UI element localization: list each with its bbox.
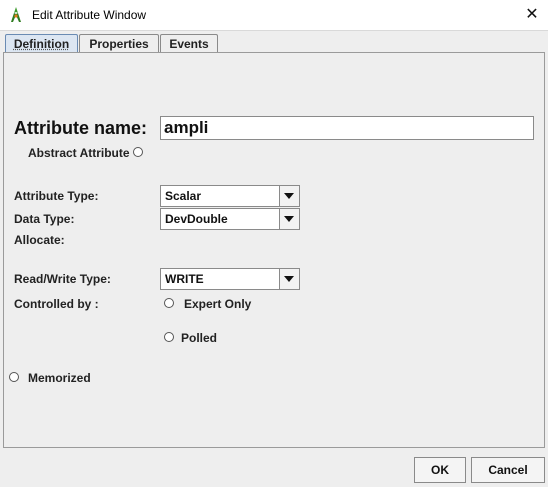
abstract-attribute-label: Abstract Attribute <box>28 146 130 160</box>
abstract-attribute-radio[interactable] <box>133 147 143 157</box>
window-title: Edit Attribute Window <box>32 8 147 22</box>
read-write-type-label: Read/Write Type: <box>14 272 111 286</box>
data-type-label: Data Type: <box>14 212 75 226</box>
ok-button[interactable]: OK <box>414 457 466 483</box>
expert-only-label: Expert Only <box>184 297 252 311</box>
definition-panel <box>3 52 545 448</box>
app-icon <box>11 7 21 22</box>
polled-label: Polled <box>181 331 218 345</box>
cancel-button[interactable]: Cancel <box>471 457 545 483</box>
read-write-type-select[interactable]: WRITE <box>160 268 300 290</box>
expert-only-radio[interactable] <box>164 298 174 308</box>
tab-events[interactable]: Events <box>160 34 218 52</box>
tab-definition[interactable]: Definition <box>5 34 78 53</box>
tab-events-label: Events <box>169 37 209 51</box>
allocate-label: Allocate: <box>14 233 65 247</box>
controlled-by-label: Controlled by : <box>14 297 99 311</box>
data-type-select[interactable]: DevDouble <box>160 208 300 230</box>
tab-properties[interactable]: Properties <box>79 34 159 52</box>
attribute-type-label: Attribute Type: <box>14 189 99 203</box>
attribute-name-label: Attribute name: <box>14 118 148 138</box>
memorized-radio[interactable] <box>9 372 19 382</box>
window-titlebar: Edit Attribute Window ✕ <box>0 0 548 31</box>
attribute-name-input[interactable]: ampli <box>160 116 534 140</box>
tab-properties-label: Properties <box>89 37 149 51</box>
memorized-label: Memorized <box>28 371 91 385</box>
read-write-type-value: WRITE <box>165 272 204 286</box>
chevron-down-icon[interactable] <box>279 269 299 289</box>
chevron-down-icon[interactable] <box>279 209 299 229</box>
close-icon[interactable]: ✕ <box>516 0 548 30</box>
attribute-type-select[interactable]: Scalar <box>160 185 300 207</box>
data-type-value: DevDouble <box>165 212 228 226</box>
polled-radio[interactable] <box>164 332 174 342</box>
tab-definition-label: Definition <box>13 37 70 51</box>
attribute-type-value: Scalar <box>165 189 202 203</box>
chevron-down-icon[interactable] <box>279 186 299 206</box>
